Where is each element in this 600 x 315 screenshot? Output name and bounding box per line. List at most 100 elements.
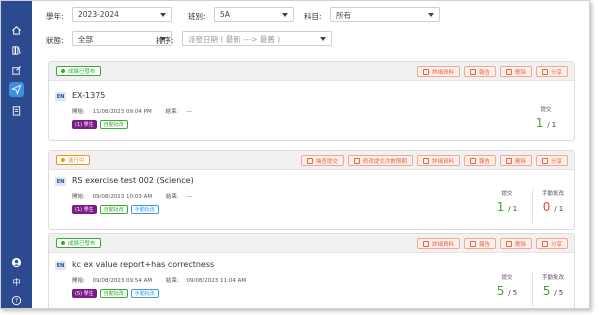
assignment-tags: (5) 學生 自動批改 手動批改 — [72, 289, 159, 298]
chevron-down-icon — [320, 37, 326, 41]
details-button[interactable]: 詳細資料 — [416, 155, 460, 166]
document-icon — [306, 157, 313, 164]
chevron-down-icon — [160, 13, 166, 17]
spot-check-button[interactable]: 抽查提交 — [300, 155, 344, 166]
end-date: 09/08/2023 11:04 AM — [186, 278, 247, 284]
share-button[interactable]: 分享 — [535, 66, 568, 77]
subject-value: 所有 — [336, 11, 351, 20]
chart-icon — [469, 240, 476, 247]
year-label: 學年: — [46, 12, 64, 21]
status-dot-icon — [61, 158, 65, 162]
assignment-card[interactable]: 進行中 抽查提交 修改提交次數限期 詳細資料 報告 刪除 分享 EN RS ex… — [48, 150, 575, 230]
status-dot-icon — [61, 241, 65, 245]
filter-bar: 學年: 2023-2024 班別: 5A 科目: 所有 狀態: 全部 排序: 派… — [32, 1, 589, 53]
details-label: 詳細資料 — [431, 241, 454, 248]
open-prefix: 開始: — [72, 278, 85, 284]
language-badge: EN — [55, 177, 66, 186]
class-select[interactable]: 5A — [214, 7, 294, 22]
report-label: 報告 — [478, 158, 490, 165]
submitted-label: 提交 — [501, 191, 513, 197]
chevron-down-icon — [282, 13, 288, 17]
graded-count: 0 — [542, 200, 551, 214]
delete-button[interactable]: 刪除 — [499, 238, 532, 249]
submitted-count: 1 — [535, 116, 544, 130]
students-tag[interactable]: (1) 學生 — [72, 120, 97, 129]
submitted-count: 5 — [496, 284, 505, 298]
delete-button[interactable]: 刪除 — [499, 66, 532, 77]
status-dot-icon — [61, 69, 65, 73]
library-icon[interactable] — [9, 43, 24, 58]
submitted-stat: 提交 1 / 1 — [526, 105, 566, 130]
submitted-stat: 提交 5 / 5 — [487, 273, 527, 298]
open-prefix: 開始: — [72, 109, 85, 115]
sidebar: 中 ? — [1, 1, 32, 308]
students-tag[interactable]: (5) 學生 — [72, 289, 97, 298]
status-text: 成績已發布 — [68, 241, 96, 247]
status-value: 全部 — [78, 35, 93, 44]
class-value: 5A — [220, 10, 230, 19]
report-button[interactable]: 報告 — [463, 155, 496, 166]
card-actions: 詳細資料 報告 刪除 分享 — [416, 66, 568, 77]
assignment-title[interactable]: RS exercise test 002 (Science) — [72, 176, 194, 185]
assignment-title[interactable]: EX-1375 — [72, 91, 105, 100]
manual-grading-label: 手動批改 — [541, 191, 564, 197]
report-button[interactable]: 報告 — [463, 66, 496, 77]
assignment-card[interactable]: 成績已發布 詳細資料 報告 刪除 分享 EN EX-1375 開始: 11/08… — [48, 61, 575, 141]
end-date: --- — [186, 194, 193, 200]
details-button[interactable]: 詳細資料 — [416, 238, 460, 249]
students-tag[interactable]: (1) 學生 — [72, 205, 97, 214]
app-window: 中 ? 學年: 2023-2024 班別: 5A 科目: 所有 狀態: 全部 排… — [0, 0, 590, 309]
submitted-count: 1 — [496, 200, 505, 214]
delete-label: 刪除 — [514, 158, 526, 165]
clipboard-icon[interactable] — [9, 103, 24, 118]
sort-select[interactable]: 派發日期 ( 最新 ---> 最舊 ) — [182, 31, 332, 46]
card-header: 進行中 抽查提交 修改提交次數限期 詳細資料 報告 刪除 分享 — [49, 151, 574, 170]
subject-select[interactable]: 所有 — [330, 7, 440, 22]
main-content: 學年: 2023-2024 班別: 5A 科目: 所有 狀態: 全部 排序: 派… — [32, 1, 589, 308]
chart-icon — [469, 157, 476, 164]
user-icon[interactable] — [9, 255, 24, 270]
share-label: 分享 — [550, 241, 562, 248]
card-header: 成績已發布 詳細資料 報告 刪除 分享 — [49, 234, 574, 253]
end-prefix: 結束: — [165, 278, 179, 284]
end-date: --- — [186, 109, 193, 115]
card-header: 成績已發布 詳細資料 報告 刪除 分享 — [49, 62, 574, 81]
details-button[interactable]: 詳細資料 — [416, 66, 460, 77]
edit-deadline-button[interactable]: 修改提交次數限期 — [347, 155, 413, 166]
open-date: 09/08/2023 09:54 AM — [92, 278, 153, 284]
submitted-total: / 1 — [547, 121, 557, 129]
report-label: 報告 — [478, 69, 490, 76]
graded-count: 5 — [542, 284, 551, 298]
share-icon — [541, 240, 548, 247]
manual-grading-stat: 手動批改 0 / 1 — [533, 189, 573, 214]
delete-label: 刪除 — [514, 69, 526, 76]
manual-grading-stat: 手動批改 5 / 5 — [533, 273, 573, 298]
home-icon[interactable] — [9, 23, 24, 38]
edit-icon[interactable] — [9, 63, 24, 78]
trash-icon — [505, 157, 512, 164]
trash-icon — [505, 240, 512, 247]
end-prefix: 結束: — [165, 194, 179, 200]
manual-grading-tag: 手動批改 — [130, 289, 159, 298]
submitted-label: 提交 — [540, 107, 552, 113]
language-toggle[interactable]: 中 — [9, 275, 24, 290]
share-button[interactable]: 分享 — [535, 238, 568, 249]
open-date: 09/08/2023 10:03 AM — [92, 194, 153, 200]
manual-grading-tag: 手動批改 — [130, 205, 159, 214]
report-label: 報告 — [478, 241, 490, 248]
help-icon[interactable]: ? — [9, 293, 24, 308]
submitted-label: 提交 — [501, 275, 513, 281]
delete-button[interactable]: 刪除 — [499, 155, 532, 166]
assignment-card[interactable]: 成績已發布 詳細資料 報告 刪除 分享 EN kc ex value repor… — [48, 233, 575, 308]
report-button[interactable]: 報告 — [463, 238, 496, 249]
status-badge: 成績已發布 — [56, 66, 101, 76]
send-icon[interactable] — [9, 82, 24, 97]
share-label: 分享 — [550, 158, 562, 165]
document-icon — [422, 157, 429, 164]
year-select[interactable]: 2023-2024 — [72, 7, 172, 22]
share-button[interactable]: 分享 — [535, 155, 568, 166]
assignment-title[interactable]: kc ex value report+has correctness — [72, 260, 214, 269]
document-icon — [422, 240, 429, 247]
submitted-stat: 提交 1 / 1 — [487, 189, 527, 214]
document-icon — [422, 68, 429, 75]
